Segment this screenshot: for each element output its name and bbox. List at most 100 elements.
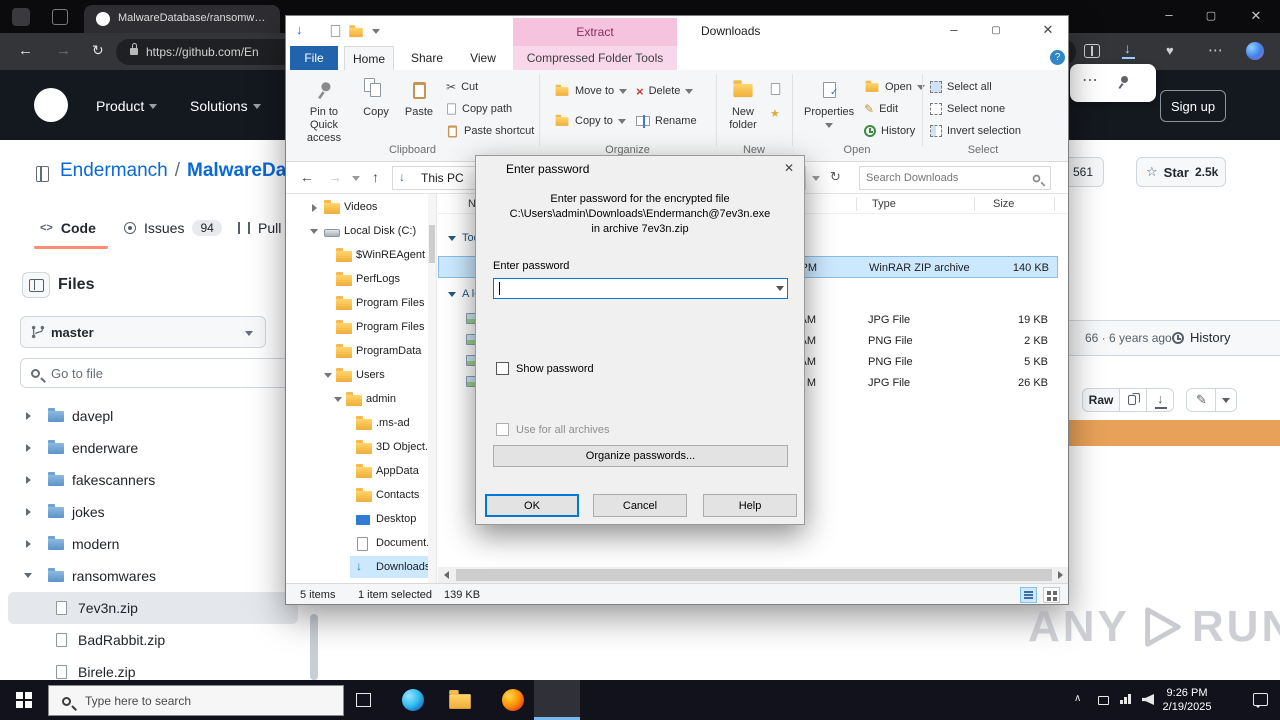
- nav-item-contacts[interactable]: Contacts: [286, 484, 436, 508]
- task-view-button[interactable]: [356, 693, 371, 707]
- network-icon[interactable]: [1120, 694, 1131, 704]
- nav-label[interactable]: .ms-ad: [376, 417, 410, 429]
- nav-item-ms-ad[interactable]: .ms-ad: [286, 412, 436, 436]
- copy-path-button[interactable]: Copy path: [446, 100, 512, 118]
- back-button[interactable]: ←: [18, 42, 33, 59]
- horizontal-scrollbar[interactable]: [438, 567, 1068, 583]
- copilot-icon[interactable]: [1246, 42, 1264, 60]
- chevron-right-icon[interactable]: [26, 508, 31, 516]
- nav-item-program-files-x86[interactable]: Program Files: [286, 316, 436, 340]
- copy-to-button[interactable]: Copy to: [554, 112, 626, 130]
- nav-label[interactable]: 3D Object...: [376, 441, 434, 453]
- open-button[interactable]: Open: [864, 78, 925, 96]
- tab-share[interactable]: Share: [402, 46, 452, 70]
- nav-item-videos[interactable]: Videos: [286, 196, 436, 220]
- column-divider[interactable]: [974, 197, 975, 211]
- tree-item-label[interactable]: fakescanners: [72, 472, 155, 488]
- chevron-right-icon[interactable]: [26, 540, 31, 548]
- window-maximize-button[interactable]: ▢: [1190, 0, 1232, 33]
- tree-item-label[interactable]: Birele.zip: [78, 664, 136, 680]
- pin-to-quick-access-button[interactable]: Pin to Quick access: [298, 74, 350, 145]
- dialog-titlebar[interactable]: Enter password ✕: [476, 156, 804, 182]
- download-raw-button[interactable]: ↓: [1146, 388, 1174, 412]
- chevron-down-icon[interactable]: [334, 397, 342, 402]
- cut-button[interactable]: ✂ Cut: [446, 78, 478, 96]
- nav-item-users[interactable]: Users: [286, 364, 436, 388]
- chevron-down-icon[interactable]: [324, 373, 332, 378]
- window-close-button[interactable]: ✕: [1232, 0, 1280, 33]
- nav-item-local-disk[interactable]: Local Disk (C:): [286, 220, 436, 244]
- explorer-minimize-button[interactable]: –: [938, 16, 970, 46]
- raw-button[interactable]: Raw: [1082, 388, 1120, 412]
- tree-item-label[interactable]: 7ev3n.zip: [78, 600, 138, 616]
- explorer-taskbar-icon[interactable]: [449, 690, 471, 709]
- url-text[interactable]: https://github.com/En: [146, 45, 259, 59]
- nav-label[interactable]: Program Files: [356, 321, 424, 333]
- password-combo[interactable]: [493, 278, 788, 299]
- recent-locations-icon[interactable]: [352, 176, 360, 181]
- paste-button[interactable]: Paste: [398, 74, 440, 119]
- tab-home[interactable]: Home: [344, 46, 394, 70]
- files-panel-toggle[interactable]: [22, 272, 50, 298]
- scroll-left-arrow[interactable]: [444, 571, 449, 579]
- password-input[interactable]: [500, 280, 770, 297]
- copy-button[interactable]: Copy: [356, 74, 396, 119]
- breadcrumb-location[interactable]: This PC: [421, 171, 464, 185]
- history-button[interactable]: History: [864, 122, 915, 140]
- dialog-close-button[interactable]: ✕: [774, 156, 804, 182]
- sidebar-scrollbar[interactable]: [310, 614, 318, 680]
- column-divider[interactable]: [1054, 197, 1055, 211]
- tree-item-jokes[interactable]: jokes: [8, 496, 302, 528]
- nav-item-product[interactable]: Product: [96, 98, 158, 114]
- window-minimize-button[interactable]: –: [1148, 0, 1190, 33]
- browser-profile-icon[interactable]: [12, 8, 30, 26]
- nav-item-downloads[interactable]: ↓ Downloads: [286, 556, 436, 580]
- select-none-button[interactable]: Select none: [930, 100, 1005, 118]
- flyout-more-icon[interactable]: ⋯: [1082, 70, 1098, 90]
- select-all-button[interactable]: Select all: [930, 78, 992, 96]
- nav-label[interactable]: ProgramData: [356, 345, 421, 357]
- tree-item-modern[interactable]: modern: [8, 528, 302, 560]
- tray-status-icon[interactable]: [1098, 696, 1109, 705]
- flyout-pin-icon[interactable]: [1116, 75, 1130, 89]
- nav-label[interactable]: Contacts: [376, 489, 419, 501]
- forward-button[interactable]: →: [56, 42, 71, 59]
- show-password-checkbox[interactable]: [496, 362, 509, 375]
- use-for-all-checkbox[interactable]: [496, 423, 509, 436]
- edge-taskbar-icon[interactable]: [402, 689, 424, 711]
- nav-label[interactable]: admin: [366, 393, 396, 405]
- nav-tree-scrollbar-thumb[interactable]: [429, 225, 435, 263]
- copy-raw-button[interactable]: [1119, 388, 1147, 412]
- address-dropdown-icon[interactable]: [812, 176, 820, 181]
- nav-item-winreagent[interactable]: $WinREAgent: [286, 244, 436, 268]
- repo-owner-link[interactable]: Endermanch: [60, 160, 168, 182]
- tree-item-label[interactable]: modern: [72, 536, 119, 552]
- tree-item-davepl[interactable]: davepl: [8, 400, 302, 432]
- qat-customize-icon[interactable]: [372, 29, 380, 34]
- nav-item-solutions[interactable]: Solutions: [190, 98, 261, 114]
- tab-code[interactable]: <> Code: [40, 220, 96, 236]
- chevron-down-icon[interactable]: [310, 229, 318, 234]
- paste-shortcut-button[interactable]: Paste shortcut: [446, 122, 534, 140]
- ok-button[interactable]: OK: [485, 494, 579, 517]
- explorer-maximize-button[interactable]: ▢: [980, 16, 1012, 46]
- nav-label[interactable]: $WinREAgent: [356, 249, 425, 261]
- history-link[interactable]: History: [1190, 330, 1230, 345]
- group-collapse-icon[interactable]: [448, 235, 456, 241]
- help-button[interactable]: Help: [703, 494, 797, 517]
- star-button[interactable]: ☆ Star 2.5k: [1136, 157, 1226, 187]
- nav-label[interactable]: Users: [356, 369, 385, 381]
- horizontal-scrollbar-thumb[interactable]: [456, 569, 1052, 581]
- tree-item-label[interactable]: ransomwares: [72, 568, 156, 584]
- nav-label[interactable]: Videos: [344, 201, 377, 213]
- nav-item-programdata[interactable]: ProgramData: [286, 340, 436, 364]
- tab-view[interactable]: View: [458, 46, 508, 70]
- winrar-taskbar-button[interactable]: [534, 680, 580, 720]
- taskbar-search-input[interactable]: [85, 688, 335, 713]
- taskbar-search-box[interactable]: [48, 685, 344, 716]
- nav-label[interactable]: Desktop: [376, 513, 416, 525]
- tree-item-label[interactable]: jokes: [72, 504, 105, 520]
- nav-label[interactable]: Local Disk (C:): [344, 225, 416, 237]
- organize-passwords-button[interactable]: Organize passwords...: [493, 445, 788, 467]
- firefox-taskbar-icon[interactable]: [502, 689, 524, 711]
